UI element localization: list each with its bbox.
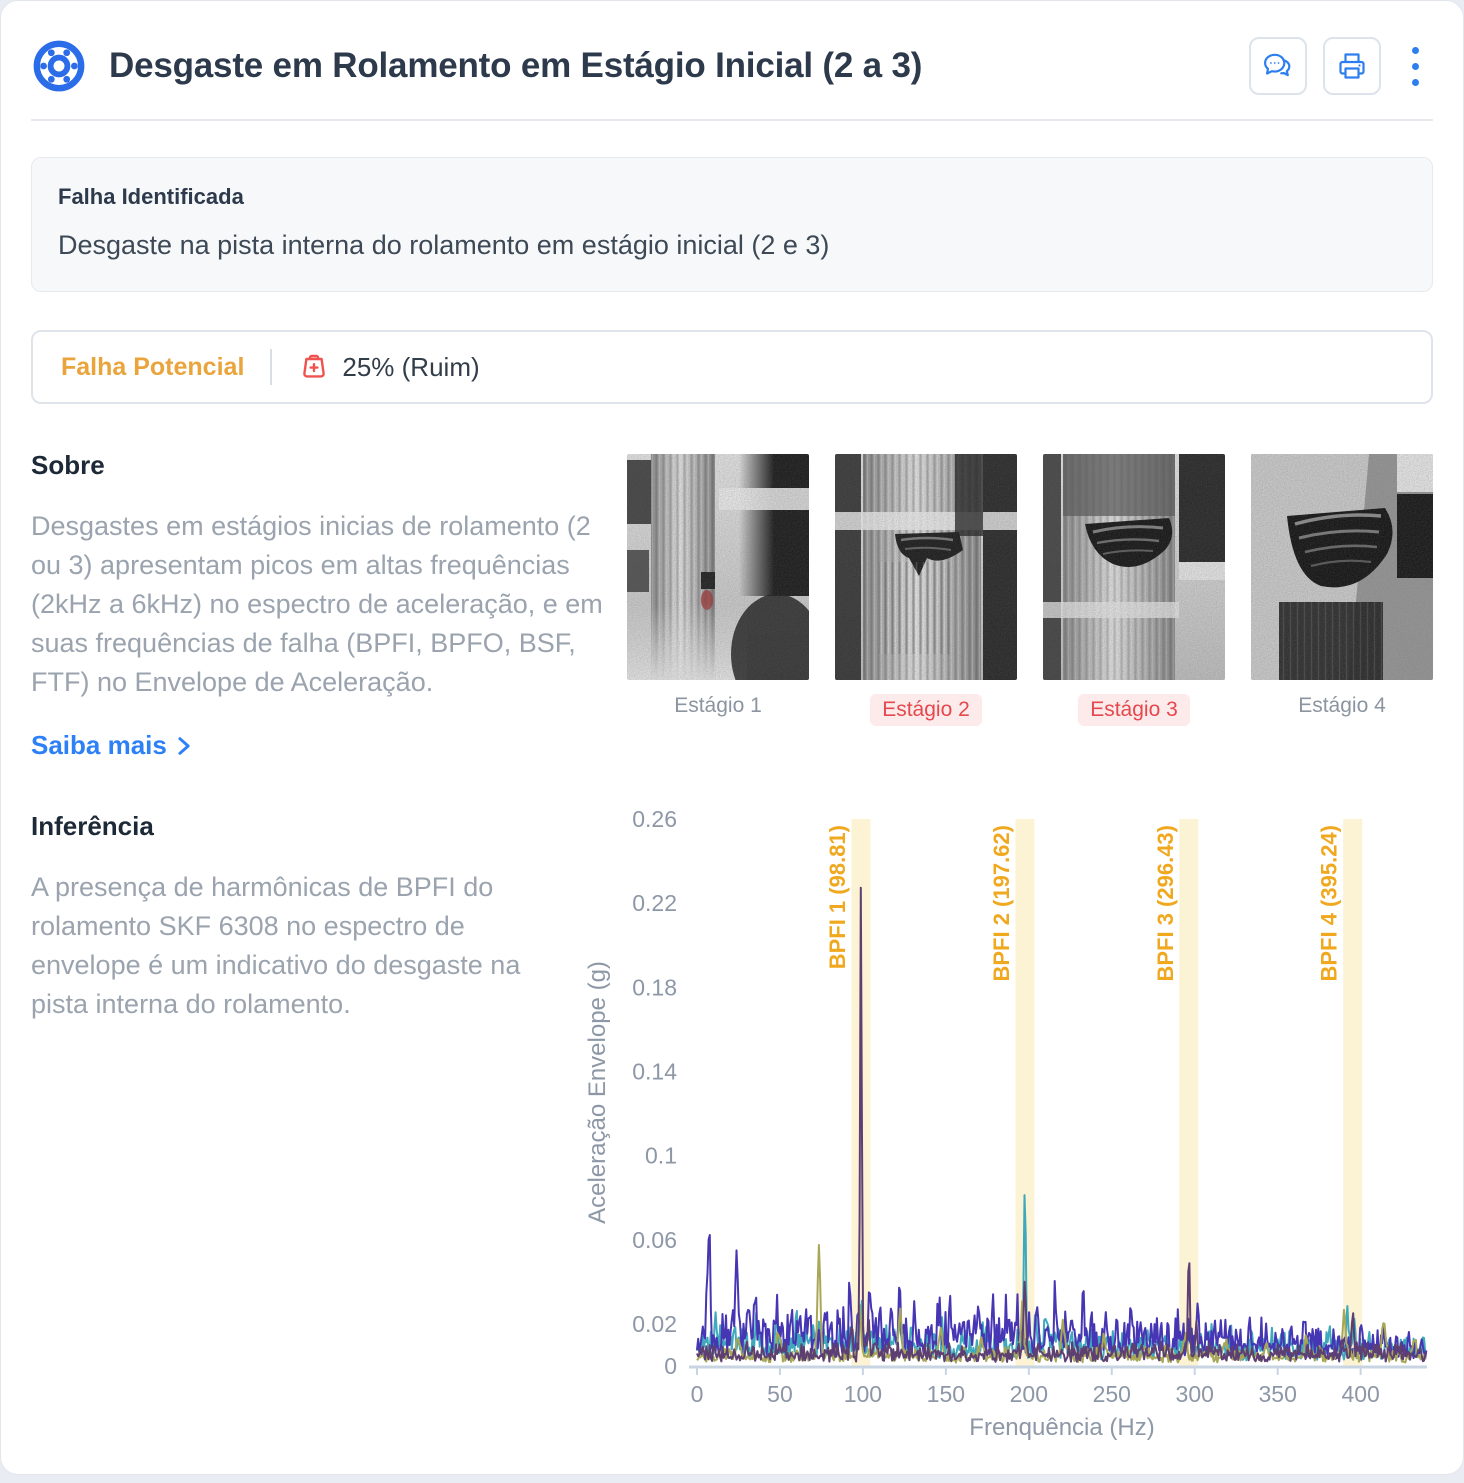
fault-panel-title: Falha Identificada: [58, 184, 244, 209]
bpfi-band-label-3: BPFI 3 (296.43): [1153, 825, 1178, 982]
stage-3-image: [1043, 454, 1225, 680]
header: Desgaste em Rolamento em Estágio Inicial…: [31, 1, 1433, 95]
x-tick-label: 250: [1093, 1381, 1131, 1407]
bearing-stage-gallery: Estágio 1 Estágio 2 Estágio 3 Estágio 4: [627, 450, 1433, 761]
chart-svg: BPFI 1 (98.81) BPFI 2 (197.62) BPFI 3 (296…: [584, 806, 1428, 1441]
stage-4-label: Estágio 4: [1298, 694, 1386, 717]
x-tick-label: 300: [1176, 1381, 1214, 1407]
x-tick-label: 400: [1341, 1381, 1379, 1407]
bpfi-band-label-4: BPFI 4 (395.24): [1317, 825, 1342, 982]
stage-1-image: [627, 454, 809, 680]
stage-figure: Estágio 2: [835, 454, 1017, 726]
bpfi-band-label-1: BPFI 1 (98.81): [825, 825, 850, 969]
bpfi-band-label-2: BPFI 2 (197.62): [989, 825, 1014, 982]
y-axis-title: Aceleração Envelope (g): [584, 961, 611, 1224]
kebab-dot: [1411, 62, 1419, 70]
bpfi-band-4: [1343, 819, 1363, 1366]
inference-heading: Inferência: [31, 811, 154, 841]
bearing-icon: [33, 40, 85, 92]
stage-4-image: [1251, 454, 1433, 680]
inference-body: A presença de harmônicas de BPFI do rola…: [31, 872, 521, 1019]
about-body: Desgastes em estágios inicias de rolamen…: [31, 511, 603, 697]
x-tick-label: 50: [767, 1381, 793, 1407]
envelope-spectrum-chart: BPFI 1 (98.81) BPFI 2 (197.62) BPFI 3 (296…: [571, 806, 1433, 1443]
header-actions: [1249, 37, 1433, 95]
fault-identified-panel: Falha Identificada Desgaste na pista int…: [31, 157, 1433, 292]
severity-text: 25% (Ruim): [342, 351, 480, 382]
y-tick-label: 0.06: [632, 1227, 677, 1253]
x-tick-label: 0: [691, 1381, 704, 1407]
fault-panel-description: Desgaste na pista interna do rolamento e…: [58, 230, 830, 260]
chat-icon: [1264, 53, 1291, 77]
page-title: Desgaste em Rolamento em Estágio Inicial…: [109, 46, 923, 85]
printer-icon: [1339, 53, 1365, 79]
status-bar: Falha Potencial 25% (Ruim): [31, 330, 1433, 404]
stage-figure: Estágio 4: [1251, 454, 1433, 718]
x-tick-label: 150: [927, 1381, 965, 1407]
y-tick-label: 0.14: [632, 1058, 677, 1084]
stage-3-label: Estágio 3: [1078, 694, 1190, 726]
print-button[interactable]: [1323, 37, 1381, 95]
y-tick-label: 0.22: [632, 890, 677, 916]
kebab-dot: [1411, 78, 1419, 86]
report-card: Desgaste em Rolamento em Estágio Inicial…: [0, 0, 1464, 1475]
stage-figure: Estágio 1: [627, 454, 809, 718]
y-tick-label: 0.02: [632, 1311, 677, 1337]
stage-1-label: Estágio 1: [674, 694, 762, 717]
stage-2-image: [835, 454, 1017, 680]
header-divider: [31, 119, 1433, 121]
y-tick-label: 0.26: [632, 811, 677, 832]
x-tick-label: 100: [844, 1381, 882, 1407]
learn-more-link[interactable]: Saiba mais: [31, 730, 192, 761]
y-tick-label: 0.18: [632, 974, 677, 1000]
first-aid-bag-icon: [303, 354, 326, 378]
x-axis-title: Frenquência (Hz): [969, 1414, 1154, 1441]
learn-more-label: Saiba mais: [31, 730, 167, 760]
chevron-right-icon: [178, 736, 190, 755]
kebab-dot: [1411, 46, 1419, 54]
about-heading: Sobre: [31, 450, 105, 480]
kebab-menu-button[interactable]: [1397, 37, 1433, 95]
severity-value: 25% (Ruim): [298, 351, 480, 383]
inference-section: Inferência A presença de harmônicas de B…: [31, 806, 1433, 1443]
y-tick-label: 0.1: [645, 1143, 677, 1169]
status-badge: Falha Potencial: [61, 352, 245, 381]
y-tick-label: 0: [664, 1353, 677, 1379]
x-tick-label: 200: [1010, 1381, 1048, 1407]
stage-figure: Estágio 3: [1043, 454, 1225, 726]
vertical-divider: [270, 349, 273, 385]
chat-button[interactable]: [1249, 37, 1307, 95]
stage-2-label: Estágio 2: [870, 694, 982, 726]
about-section: Sobre Desgastes em estágios inicias de r…: [31, 450, 1433, 761]
x-tick-label: 350: [1258, 1381, 1296, 1407]
